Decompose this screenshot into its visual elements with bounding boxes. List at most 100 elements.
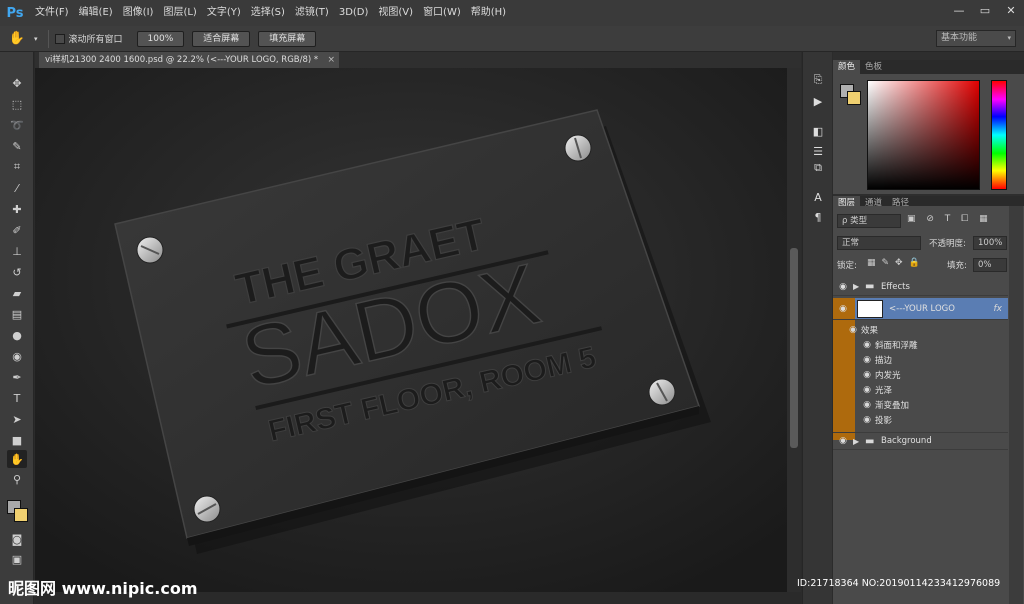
character-panel-icon[interactable]: A xyxy=(810,190,826,206)
menu-image[interactable]: 图像(I) xyxy=(118,0,159,26)
brush-tool-icon[interactable]: ✐ xyxy=(7,221,27,239)
document-tab[interactable]: vi样机21300 2400 1600.psd @ 22.2% (<---YOU… xyxy=(39,52,339,68)
zoom-tool-icon[interactable]: ⚲ xyxy=(7,470,27,488)
move-tool-icon[interactable]: ✥ xyxy=(7,74,27,92)
screw-top-right xyxy=(564,134,592,162)
menu-view[interactable]: 视图(V) xyxy=(373,0,418,26)
restore-button[interactable]: ▭ xyxy=(972,0,998,20)
eye-icon[interactable]: ◉ xyxy=(833,300,853,318)
dodge-tool-icon[interactable]: ◉ xyxy=(7,347,27,365)
layers-panel: ρ 类型 ▣ ⊘ T ⧠ ▦ 正常 不透明度: 100% 锁定: ▦✎✥🔒 填充… xyxy=(833,206,1024,604)
layer-row[interactable]: ◉ ▶ ▬ Background xyxy=(833,432,1008,450)
quick-select-tool-icon[interactable]: ✎ xyxy=(7,137,27,155)
close-button[interactable]: ✕ xyxy=(998,0,1024,20)
menu-edit[interactable]: 编辑(E) xyxy=(74,0,118,26)
fill-screen-button[interactable]: 填充屏幕 xyxy=(258,30,317,47)
blur-tool-icon[interactable]: ● xyxy=(7,326,27,344)
fill-input[interactable]: 0% xyxy=(973,258,1007,272)
expand-arrow-icon[interactable]: ▶ xyxy=(853,437,865,446)
layer-row[interactable]: ◉ ▶ ▬ Effects xyxy=(833,278,1008,296)
eraser-tool-icon[interactable]: ▰ xyxy=(7,284,27,302)
background-color-swatch[interactable] xyxy=(847,91,861,105)
shape-tool-icon[interactable]: ■ xyxy=(7,431,27,449)
effect-row[interactable]: ◉ 投影 xyxy=(833,411,1008,429)
menu-file[interactable]: 文件(F) xyxy=(30,0,74,26)
menu-layer[interactable]: 图层(L) xyxy=(158,0,201,26)
screen-mode-icon[interactable]: ▣ xyxy=(7,550,27,568)
layer-filter-icons[interactable]: ▣ ⊘ T ⧠ ▦ xyxy=(907,214,992,224)
vertical-scrollbar[interactable] xyxy=(787,68,801,592)
tab-color[interactable]: 颜色 xyxy=(833,60,861,74)
eye-icon[interactable]: ◉ xyxy=(833,355,875,365)
path-select-tool-icon[interactable]: ➤ xyxy=(7,410,27,428)
window-controls: — ▭ ✕ xyxy=(946,0,1024,20)
menu-type[interactable]: 文字(Y) xyxy=(202,0,246,26)
photoshop-logo[interactable]: Ps xyxy=(0,0,30,26)
properties-panel-icon[interactable]: ☰ xyxy=(810,144,826,160)
chevron-down-icon[interactable]: ▾ xyxy=(34,35,38,43)
clone-source-panel-icon[interactable]: ⧉ xyxy=(810,160,826,176)
workspace-select[interactable]: 基本功能 ▾ xyxy=(936,30,1016,47)
tools-panel: ✥ ⬚ ➰ ✎ ⌗ ⁄ ✚ ✐ ⊥ ↺ ▰ ▤ ● ◉ ✒ T ➤ ■ ✋ ⚲ … xyxy=(0,52,34,604)
eyedropper-tool-icon[interactable]: ⁄ xyxy=(7,179,27,197)
menu-3d[interactable]: 3D(D) xyxy=(334,0,374,26)
eye-icon[interactable]: ◉ xyxy=(833,325,861,335)
color-picker-field[interactable] xyxy=(867,80,980,190)
layers-scrollbar[interactable] xyxy=(1009,206,1023,604)
eye-icon[interactable]: ◉ xyxy=(833,432,853,450)
eye-icon[interactable]: ◉ xyxy=(833,278,853,296)
layer-filter-select[interactable]: ρ 类型 xyxy=(837,214,901,228)
menu-filter[interactable]: 滤镜(T) xyxy=(290,0,334,26)
healing-brush-tool-icon[interactable]: ✚ xyxy=(7,200,27,218)
lasso-tool-icon[interactable]: ➰ xyxy=(7,116,27,134)
eye-icon[interactable]: ◉ xyxy=(833,370,875,380)
menu-window[interactable]: 窗口(W) xyxy=(418,0,466,26)
expand-arrow-icon[interactable]: ▶ xyxy=(853,282,865,291)
eye-icon[interactable]: ◉ xyxy=(833,385,875,395)
layer-row[interactable]: ◉ <---YOUR LOGO fx xyxy=(833,298,1008,320)
pen-tool-icon[interactable]: ✒ xyxy=(7,368,27,386)
eye-icon[interactable]: ◉ xyxy=(833,400,875,410)
document-canvas[interactable]: THE GRAET SADOX FIRST FLOOR, ROOM 5 xyxy=(35,68,787,592)
effect-name: 描边 xyxy=(875,356,893,366)
folder-icon: ▬ xyxy=(865,281,875,292)
quick-mask-icon[interactable]: ◙ xyxy=(7,530,27,548)
history-panel-icon[interactable]: ⎘ xyxy=(810,72,826,88)
hue-slider[interactable] xyxy=(991,80,1007,190)
menu-help[interactable]: 帮助(H) xyxy=(466,0,511,26)
scroll-all-checkbox[interactable] xyxy=(54,33,65,44)
marquee-tool-icon[interactable]: ⬚ xyxy=(7,95,27,113)
close-icon[interactable]: × xyxy=(327,52,335,68)
eye-icon[interactable]: ◉ xyxy=(833,340,875,350)
actions-panel-icon[interactable]: ▶ xyxy=(810,94,826,110)
options-bar: ✋ ▾ 滚动所有窗口 100% 适合屏幕 填充屏幕 基本功能 ▾ xyxy=(0,26,1024,52)
adjustments-panel-icon[interactable]: ◧ xyxy=(810,124,826,140)
gradient-tool-icon[interactable]: ▤ xyxy=(7,305,27,323)
background-color-swatch[interactable] xyxy=(14,508,28,522)
stamp-tool-icon[interactable]: ⊥ xyxy=(7,242,27,260)
crop-tool-icon[interactable]: ⌗ xyxy=(7,158,27,176)
lock-icons[interactable]: ▦✎✥🔒 xyxy=(867,258,926,268)
actual-pixels-button[interactable]: 100% xyxy=(136,30,185,47)
paragraph-panel-icon[interactable]: ¶ xyxy=(810,210,826,226)
opacity-label: 不透明度: xyxy=(929,239,966,249)
tab-swatches[interactable]: 色板 xyxy=(860,60,887,74)
watermark-id: ID:21718364 NO:20190114233412976089 xyxy=(797,578,1001,589)
hand-tool-preset-icon[interactable]: ✋ xyxy=(0,31,34,46)
menu-select[interactable]: 选择(S) xyxy=(246,0,290,26)
type-tool-icon[interactable]: T xyxy=(7,389,27,407)
scroll-thumb[interactable] xyxy=(790,248,798,448)
scroll-all-label: 滚动所有窗口 xyxy=(68,35,123,45)
hand-tool-icon[interactable]: ✋ xyxy=(7,450,27,468)
document-title: vi样机21300 2400 1600.psd @ 22.2% (<---YOU… xyxy=(45,55,319,65)
screw-top-left xyxy=(136,236,164,264)
eye-icon[interactable]: ◉ xyxy=(833,415,875,425)
blend-mode-select[interactable]: 正常 xyxy=(837,236,921,250)
fit-screen-button[interactable]: 适合屏幕 xyxy=(192,30,251,47)
opacity-input[interactable]: 100% xyxy=(973,236,1007,250)
minimize-button[interactable]: — xyxy=(946,0,972,20)
fx-icon[interactable]: fx xyxy=(994,304,1003,314)
history-brush-tool-icon[interactable]: ↺ xyxy=(7,263,27,281)
effects-label: 效果 xyxy=(861,326,879,336)
layer-name: Effects xyxy=(881,281,910,292)
